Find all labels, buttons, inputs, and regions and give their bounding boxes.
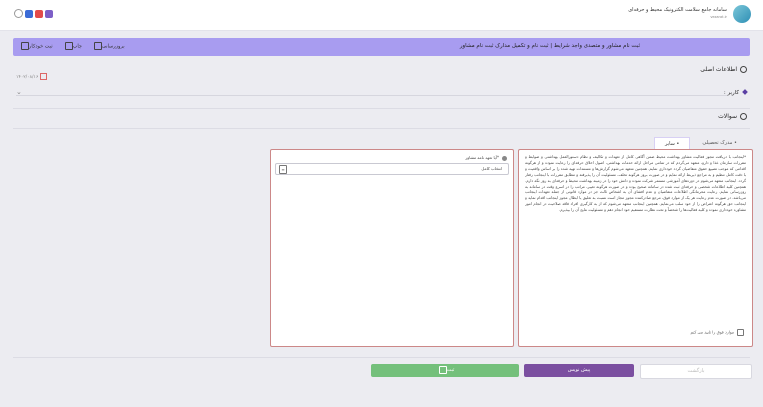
top-icon-group [14, 9, 53, 18]
commitment-select-value: انتخاب کامل [481, 166, 502, 171]
footer-divider [13, 357, 750, 358]
submit-icon [438, 365, 447, 374]
page-title: ثبت نام مشاور و متصدی واجد شرایط | ثبت ن… [459, 43, 640, 49]
print-icon [64, 42, 73, 50]
ack-checkbox[interactable] [737, 329, 744, 336]
divider [13, 108, 750, 109]
refresh-icon [93, 42, 102, 50]
info-icon [740, 66, 747, 73]
app-icon-red[interactable] [35, 9, 43, 18]
divider [13, 128, 750, 129]
refresh-button[interactable]: بروزرسانی [92, 42, 125, 50]
commitment-text: *اینجانب با دریافت مجوز فعالیت مشاور بهد… [525, 154, 746, 213]
app-icon-blue[interactable] [25, 9, 33, 18]
ack-checkbox-row[interactable]: موارد فوق را تایید می کنم [690, 329, 744, 336]
draft-button[interactable]: پیش نویس [524, 364, 634, 377]
basic-info-heading: اطلاعات اصلی [700, 66, 747, 73]
questions-heading: سوالات [718, 113, 747, 120]
commitment-answer-panel: *آیا تعهد نامه مشاور انتخاب کامل ≡ [270, 149, 514, 347]
back-button[interactable]: بازگشت [640, 364, 752, 379]
commitment-select[interactable]: انتخاب کامل ≡ [275, 163, 509, 175]
app-title: سامانه جامع سلامت الکترونیک محیط و حرفه‌… [628, 7, 727, 13]
document-icon[interactable]: ≡ [279, 165, 287, 174]
app-logo [733, 5, 751, 23]
print-button[interactable]: چاپ [63, 42, 82, 50]
app-subtitle: vezarat.ir [710, 15, 727, 19]
top-header: سامانه جامع سلامت الکترونیک محیط و حرفه‌… [0, 0, 763, 31]
radio-icon[interactable] [502, 155, 507, 161]
career-field-label: کاربر : [724, 89, 748, 96]
calendar-icon[interactable] [40, 73, 48, 80]
title-toolbar: ثبت خودکار چاپ بروزرسانی [19, 42, 125, 50]
diamond-icon [742, 89, 748, 95]
submit-button[interactable]: ثبت [371, 364, 519, 377]
questions-icon [740, 113, 747, 120]
career-select[interactable] [16, 95, 727, 96]
chevron-down-icon[interactable]: ⌄ [16, 88, 22, 96]
auto-save-button[interactable]: ثبت خودکار [19, 42, 53, 50]
app-icon-purple[interactable] [45, 9, 53, 18]
save-icon [21, 42, 29, 50]
date-display: ۱۴۰۲/۰۸/۱۶ [16, 73, 48, 80]
notification-icon[interactable] [14, 9, 23, 18]
page-title-bar: ثبت نام مشاور و متصدی واجد شرایط | ثبت ن… [13, 38, 750, 56]
commitment-text-panel: *اینجانب با دریافت مجوز فعالیت مشاور بهد… [518, 149, 753, 347]
commitment-question-label: *آیا تعهد نامه مشاور [465, 155, 507, 161]
